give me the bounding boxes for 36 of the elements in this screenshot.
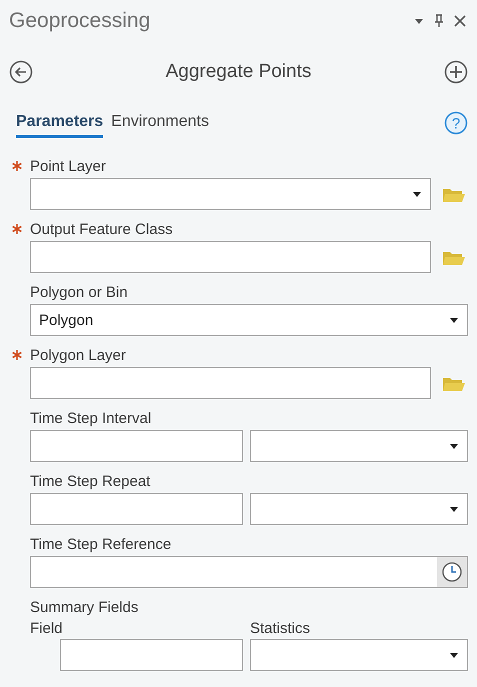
tool-title: Aggregate Points [164,61,312,83]
dropdown-arrow-icon[interactable] [449,506,459,512]
parameter-label: Output Feature Class [30,220,173,238]
clock-icon[interactable] [441,561,463,583]
dropdown-arrow-icon[interactable] [412,190,422,198]
dropdown-field[interactable] [250,493,468,525]
close-icon[interactable] [454,15,466,27]
dropdown-icon[interactable] [414,16,424,26]
input-field[interactable] [60,639,243,671]
dropdown-field[interactable] [30,178,431,210]
back-icon[interactable] [9,60,33,84]
dropdown-field[interactable] [250,639,468,671]
dropdown-field[interactable] [250,430,468,462]
pin-icon[interactable] [434,14,444,28]
dropdown-arrow-icon[interactable] [449,652,459,658]
parameter-label: Polygon or Bin [30,284,128,300]
dropdown-arrow-icon[interactable] [449,316,459,324]
tab[interactable]: Parameters [16,113,104,138]
input-field[interactable] [30,367,431,399]
input-field[interactable] [30,493,243,525]
parameter-label: Time Step Interval [30,410,152,426]
parameter-label: Polygon Layer [30,346,126,364]
column-header: Statistics [250,620,310,637]
parameter-label: Time Step Repeat [30,472,150,490]
tab[interactable]: Environments [111,113,209,138]
add-icon[interactable] [444,60,468,84]
panel-title: Geoprocessing [9,9,152,33]
parameter-label: Summary Fields [30,598,138,616]
input-field[interactable] [30,430,243,462]
dropdown-arrow-icon[interactable] [449,442,459,450]
dropdown-field[interactable]: Polygon [30,304,468,336]
input-field[interactable] [30,556,468,588]
column-header: Field [30,620,64,637]
parameter-label: Time Step Reference [30,536,172,552]
input-field[interactable] [30,241,431,273]
parameter-label: Point Layer [30,158,106,174]
